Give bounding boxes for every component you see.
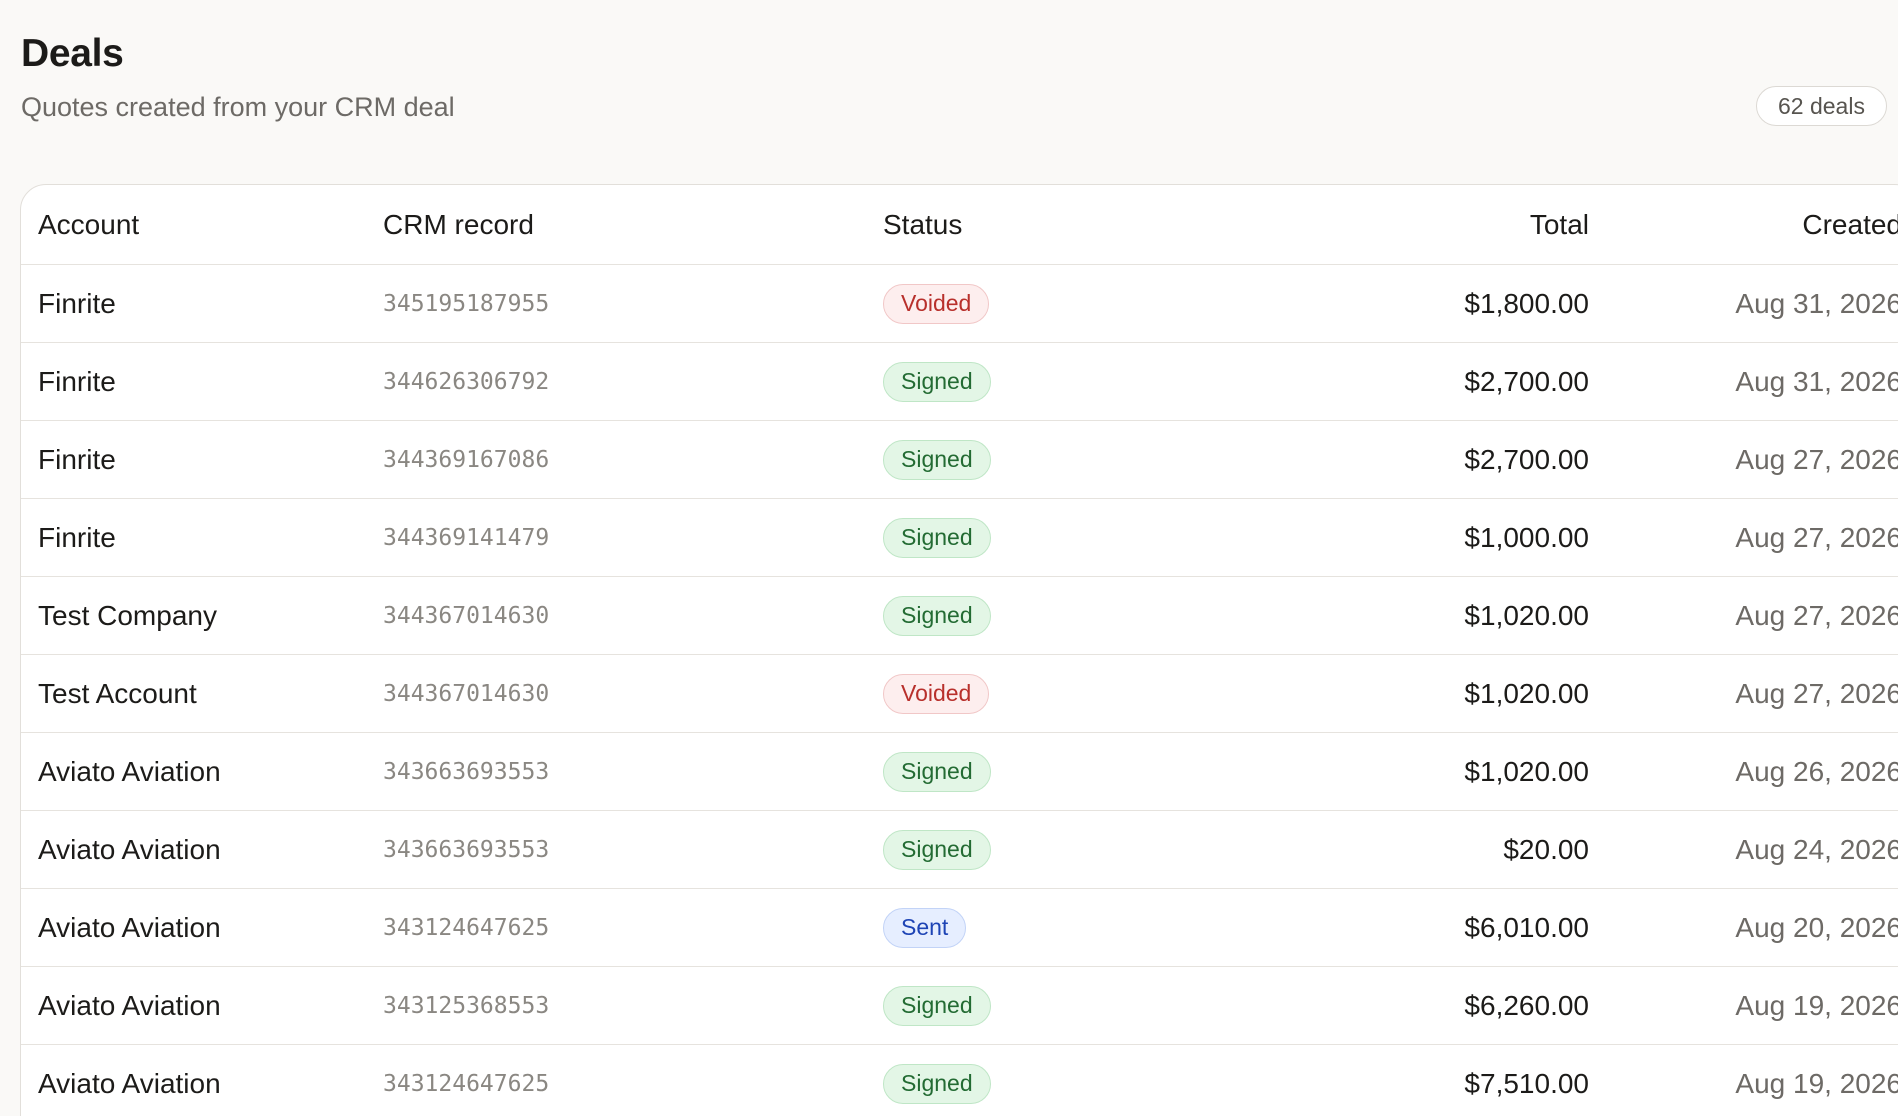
account-name: Test Account xyxy=(38,677,197,709)
crm-record-id: 343124647625 xyxy=(383,914,550,941)
status-cell: Signed xyxy=(883,733,991,810)
created-date: Aug 31, 2026 xyxy=(1735,365,1898,397)
status-cell: Voided xyxy=(883,265,990,342)
status-badge: Signed xyxy=(883,439,991,480)
status-badge: Signed xyxy=(883,517,991,558)
crm-record-id: 343125368553 xyxy=(383,992,550,1019)
crm-record-id: 343663693553 xyxy=(383,836,550,863)
crm-record-id: 343124647625 xyxy=(383,1070,550,1097)
account-name: Aviato Aviation xyxy=(38,911,221,943)
deal-total: $2,700.00 xyxy=(1464,443,1589,475)
table-row[interactable]: Aviato Aviation 343663693553 Signed $20.00 A… xyxy=(21,811,1898,889)
deal-total: $1,020.00 xyxy=(1464,677,1589,709)
table-row[interactable]: Aviato Aviation 343124647625 Sent $6,010.00… xyxy=(21,889,1898,967)
status-badge: Signed xyxy=(883,751,991,792)
column-header-account[interactable]: Account xyxy=(38,185,139,264)
status-cell: Voided xyxy=(883,655,990,732)
status-badge: Sent xyxy=(883,907,967,948)
table-row[interactable]: Aviato Aviation 343124647625 Signed $7,510.… xyxy=(21,1045,1898,1116)
crm-record-id: 344367014630 xyxy=(383,680,550,707)
table-row[interactable]: Finrite 344369167086 Signed $2,700.00 Aug 27… xyxy=(21,421,1898,499)
column-header-crm-record[interactable]: CRM record xyxy=(383,185,534,264)
created-date: Aug 27, 2026 xyxy=(1735,521,1898,553)
deals-count-badge: 62 deals xyxy=(1756,86,1887,126)
status-cell: Signed xyxy=(883,1045,991,1116)
table-row[interactable]: Test Account 344367014630 Voided $1,020.00 A… xyxy=(21,655,1898,733)
status-cell: Signed xyxy=(883,421,991,498)
status-badge: Voided xyxy=(883,283,990,324)
created-date: Aug 27, 2026 xyxy=(1735,443,1898,475)
status-cell: Signed xyxy=(883,811,991,888)
column-header-total[interactable]: Total xyxy=(1530,185,1589,264)
table-row[interactable]: Finrite 344626306792 Signed $2,700.00 Aug 31… xyxy=(21,343,1898,421)
status-cell: Signed xyxy=(883,499,991,576)
created-date: Aug 27, 2026 xyxy=(1735,677,1898,709)
created-date: Aug 20, 2026 xyxy=(1735,911,1898,943)
crm-record-id: 345195187955 xyxy=(383,290,550,317)
table-row[interactable]: Aviato Aviation 343125368553 Signed $6,260.… xyxy=(21,967,1898,1045)
status-cell: Sent xyxy=(883,889,967,966)
crm-record-id: 344369167086 xyxy=(383,446,550,473)
account-name: Finrite xyxy=(38,521,116,553)
status-badge: Signed xyxy=(883,985,991,1026)
status-badge: Voided xyxy=(883,673,990,714)
status-cell: Signed xyxy=(883,577,991,654)
account-name: Aviato Aviation xyxy=(38,1067,221,1099)
account-name: Finrite xyxy=(38,287,116,319)
deal-total: $1,800.00 xyxy=(1464,287,1589,319)
status-badge: Signed xyxy=(883,361,991,402)
column-header-created[interactable]: Created xyxy=(1802,185,1898,264)
status-badge: Signed xyxy=(883,1063,991,1104)
account-name: Aviato Aviation xyxy=(38,833,221,865)
page-title: Deals xyxy=(21,32,124,75)
deal-total: $2,700.00 xyxy=(1464,365,1589,397)
status-cell: Signed xyxy=(883,967,991,1044)
table-row[interactable]: Finrite 344369141479 Signed $1,000.00 Aug 27… xyxy=(21,499,1898,577)
created-date: Aug 26, 2026 xyxy=(1735,755,1898,787)
crm-record-id: 344626306792 xyxy=(383,368,550,395)
column-header-status[interactable]: Status xyxy=(883,185,962,264)
crm-record-id: 344369141479 xyxy=(383,524,550,551)
created-date: Aug 31, 2026 xyxy=(1735,287,1898,319)
table-body: Finrite 345195187955 Voided $1,800.00 Aug 31… xyxy=(21,265,1898,1116)
table-header-row: Account CRM record Status Total Created xyxy=(21,185,1898,265)
deal-total: $1,020.00 xyxy=(1464,599,1589,631)
deal-total: $6,260.00 xyxy=(1464,989,1589,1021)
account-name: Finrite xyxy=(38,443,116,475)
created-date: Aug 19, 2026 xyxy=(1735,989,1898,1021)
account-name: Finrite xyxy=(38,365,116,397)
page-header: Deals Quotes created from your CRM deal xyxy=(21,28,1898,124)
deals-table: Account CRM record Status Total Created … xyxy=(20,184,1898,1116)
deals-page: Deals Quotes created from your CRM deal … xyxy=(0,0,1898,1116)
table-row[interactable]: Aviato Aviation 343663693553 Signed $1,020.… xyxy=(21,733,1898,811)
deal-total: $7,510.00 xyxy=(1464,1067,1589,1099)
created-date: Aug 19, 2026 xyxy=(1735,1067,1898,1099)
deal-total: $1,020.00 xyxy=(1464,755,1589,787)
crm-record-id: 343663693553 xyxy=(383,758,550,785)
deal-total: $6,010.00 xyxy=(1464,911,1589,943)
created-date: Aug 27, 2026 xyxy=(1735,599,1898,631)
deal-total: $1,000.00 xyxy=(1464,521,1589,553)
status-cell: Signed xyxy=(883,343,991,420)
account-name: Aviato Aviation xyxy=(38,755,221,787)
crm-record-id: 344367014630 xyxy=(383,602,550,629)
account-name: Aviato Aviation xyxy=(38,989,221,1021)
status-badge: Signed xyxy=(883,595,991,636)
deal-total: $20.00 xyxy=(1503,833,1589,865)
table-row[interactable]: Test Company 344367014630 Signed $1,020.00 A… xyxy=(21,577,1898,655)
table-row[interactable]: Finrite 345195187955 Voided $1,800.00 Aug 31… xyxy=(21,265,1898,343)
status-badge: Signed xyxy=(883,829,991,870)
page-subtitle: Quotes created from your CRM deal xyxy=(21,92,455,122)
created-date: Aug 24, 2026 xyxy=(1735,833,1898,865)
account-name: Test Company xyxy=(38,599,217,631)
